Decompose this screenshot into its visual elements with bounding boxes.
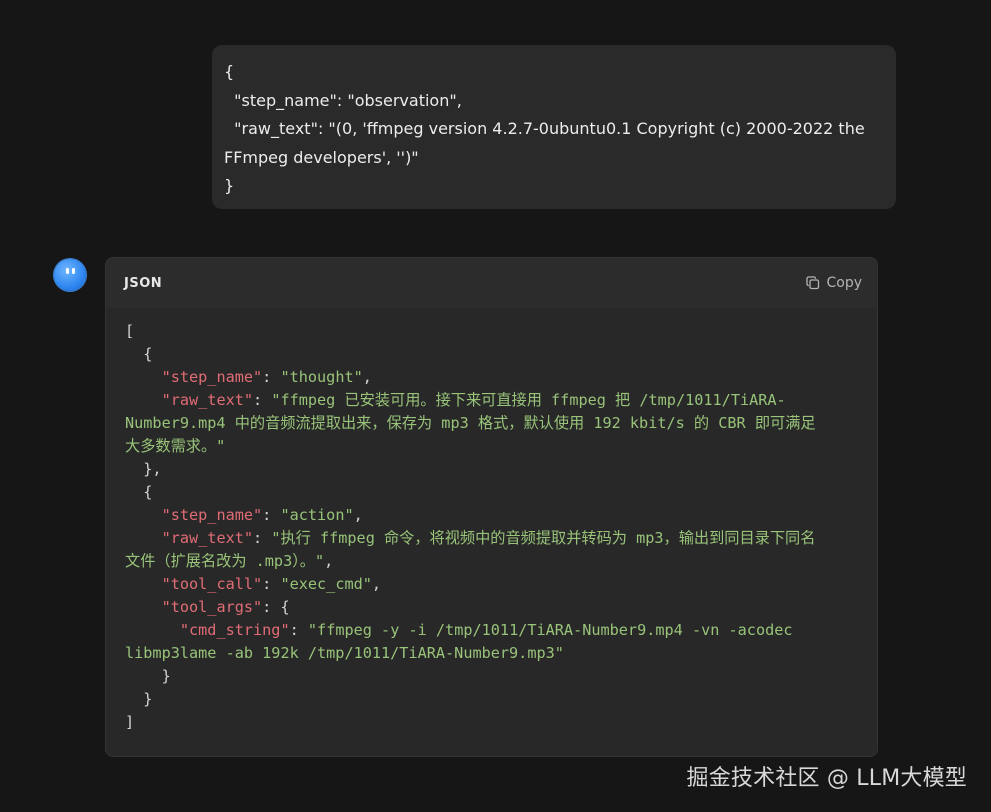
json-punctuation: :: [262, 368, 281, 386]
json-string: "exec_cmd": [280, 575, 372, 593]
json-punctuation: :: [262, 506, 281, 524]
json-string: libmp3lame -ab 192k /tmp/1011/TiARA-Numb…: [125, 644, 564, 662]
json-punctuation: [125, 529, 162, 547]
copy-button-label: Copy: [826, 275, 862, 291]
json-key: "step_name": [161, 368, 263, 386]
user-message-line: "step_name": "observation",: [224, 90, 462, 110]
watermark: 掘金技术社区 @ LLM大模型: [686, 766, 967, 791]
user-message-bubble: { "step_name": "observation", "raw_text"…: [212, 45, 896, 209]
json-punctuation: [125, 621, 180, 639]
code-line: "step_name": "action",: [125, 506, 363, 524]
code-line: [: [125, 322, 134, 340]
user-message-line: FFmpeg developers', '')": [224, 147, 419, 167]
chat-page: { "step_name": "observation", "raw_text"…: [0, 0, 991, 812]
json-punctuation: [125, 506, 162, 524]
json-punctuation: }: [125, 667, 171, 685]
user-message-line: "raw_text": "(0, 'ffmpeg version 4.2.7-0…: [224, 119, 865, 138]
code-line: 文件（扩展名改为 .mp3）。",: [125, 552, 333, 570]
json-punctuation: },: [125, 460, 162, 478]
json-punctuation: :: [253, 391, 272, 409]
json-string: "ffmpeg 已安装可用。接下来可直接用 ffmpeg 把 /tmp/1011…: [271, 391, 786, 409]
code-content: [ { "step_name": "thought", "raw_text": …: [125, 320, 858, 734]
code-line: Number9.mp4 中的音频流提取出来，保存为 mp3 格式，默认使用 19…: [125, 414, 816, 432]
json-string: "thought": [280, 368, 363, 386]
user-message-line: }: [224, 176, 235, 195]
code-line: "raw_text": "ffmpeg 已安装可用。接下来可直接用 ffmpeg…: [125, 391, 786, 409]
code-line: },: [125, 460, 162, 478]
json-string: "ffmpeg -y -i /tmp/1011/TiARA-Number9.mp…: [307, 621, 793, 639]
avatar-eye-left: [66, 268, 69, 274]
json-string: Number9.mp4 中的音频流提取出来，保存为 mp3 格式，默认使用 19…: [125, 414, 816, 432]
json-punctuation: :: [262, 575, 281, 593]
code-line: 大多数需求。": [125, 437, 225, 455]
json-punctuation: :: [289, 621, 308, 639]
json-punctuation: ,: [371, 575, 382, 593]
code-line: "cmd_string": "ffmpeg -y -i /tmp/1011/Ti…: [125, 621, 793, 639]
code-block: JSON Copy [ { "step_name": "thought", "r…: [105, 257, 878, 757]
json-string: "action": [280, 506, 354, 524]
code-language-label: JSON: [124, 275, 163, 291]
json-punctuation: {: [125, 483, 153, 501]
code-line: libmp3lame -ab 192k /tmp/1011/TiARA-Numb…: [125, 644, 564, 662]
json-punctuation: : {: [262, 598, 290, 616]
json-key: "raw_text": [161, 529, 254, 547]
json-punctuation: ,: [362, 368, 372, 386]
json-punctuation: [125, 391, 162, 409]
code-line: {: [125, 345, 152, 363]
copy-icon: [806, 276, 820, 290]
json-punctuation: }: [125, 690, 153, 708]
json-string: "执行 ffmpeg 命令，将视频中的音频提取并转码为 mp3，输出到同目录下同…: [271, 529, 816, 547]
json-key: "tool_call": [161, 575, 263, 593]
json-punctuation: ,: [324, 552, 334, 570]
code-block-body: [ { "step_name": "thought", "raw_text": …: [106, 308, 877, 756]
code-block-header: JSON Copy: [106, 258, 877, 308]
json-punctuation: [125, 598, 162, 616]
json-punctuation: [: [125, 322, 135, 340]
code-line: {: [125, 483, 152, 501]
code-line: "step_name": "thought",: [125, 368, 372, 386]
json-punctuation: :: [253, 529, 272, 547]
code-line: "raw_text": "执行 ffmpeg 命令，将视频中的音频提取并转码为 …: [125, 529, 816, 547]
json-punctuation: [125, 575, 162, 593]
bot-face-icon: [54, 259, 86, 291]
code-line: "tool_call": "exec_cmd",: [125, 575, 381, 593]
json-punctuation: ,: [353, 506, 363, 524]
json-key: "cmd_string": [179, 621, 290, 639]
json-punctuation: [125, 368, 162, 386]
json-key: "raw_text": [161, 391, 254, 409]
avatar-eye-right: [72, 268, 75, 274]
user-message-line: {: [224, 62, 235, 81]
json-key: "tool_args": [161, 598, 263, 616]
json-punctuation: ]: [125, 713, 135, 731]
json-string: 大多数需求。": [125, 437, 226, 455]
json-key: "step_name": [161, 506, 263, 524]
json-punctuation: {: [125, 345, 153, 363]
copy-button[interactable]: Copy: [806, 275, 862, 291]
json-string: 文件（扩展名改为 .mp3）。": [125, 552, 325, 570]
code-line: ]: [125, 713, 134, 731]
code-line: }: [125, 667, 171, 685]
code-line: }: [125, 690, 152, 708]
code-line: "tool_args": {: [125, 598, 290, 616]
